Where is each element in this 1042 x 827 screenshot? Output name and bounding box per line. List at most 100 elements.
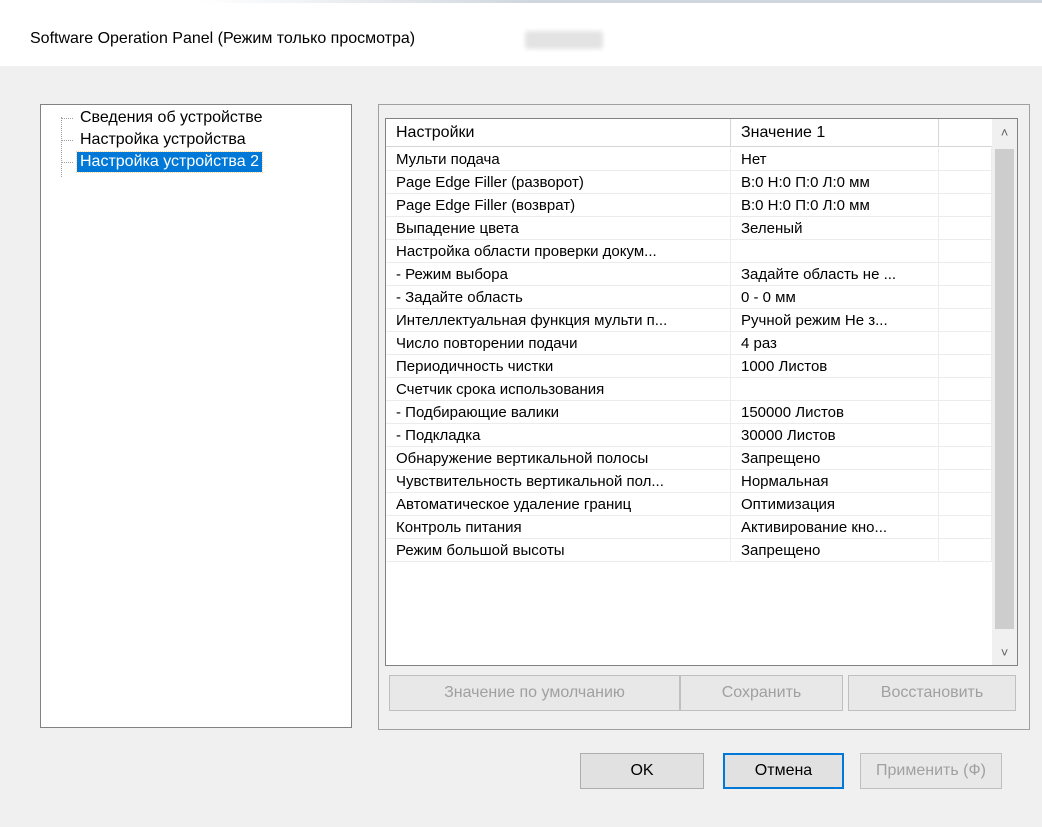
setting-name-cell: - Режим выбора	[386, 263, 731, 285]
table-row[interactable]: Контроль питания Активирование кно...	[386, 516, 992, 539]
apply-button[interactable]: Применить (Ф)	[860, 753, 1002, 789]
cancel-button[interactable]: Отмена	[723, 753, 844, 789]
empty-cell	[939, 240, 992, 262]
empty-cell	[939, 516, 992, 538]
column-header-value-1[interactable]: Значение 1	[731, 119, 939, 147]
setting-value-cell: Нет	[731, 148, 939, 170]
table-row[interactable]: - Подбирающие валики 150000 Листов	[386, 401, 992, 424]
table-row[interactable]: Page Edge Filler (возврат) В:0 Н:0 П:0 Л:…	[386, 194, 992, 217]
empty-cell	[939, 171, 992, 193]
table-row[interactable]: Выпадение цвета Зеленый	[386, 217, 992, 240]
empty-cell	[939, 539, 992, 561]
empty-cell	[939, 355, 992, 377]
setting-value-cell: Ручной режим Не з...	[731, 309, 939, 331]
setting-name-cell: Число повторении подачи	[386, 332, 731, 354]
table-row[interactable]: - Подкладка 30000 Листов	[386, 424, 992, 447]
setting-value-cell: Нормальная	[731, 470, 939, 492]
setting-name-cell: Счетчик срока использования	[386, 378, 731, 400]
list-rows: Мульти подача Нет Page Edge Filler (развор…	[386, 148, 992, 562]
restore-button[interactable]: Восстановить	[848, 675, 1016, 711]
list-header: Настройки Значение 1	[386, 119, 1001, 147]
empty-cell	[939, 263, 992, 285]
table-row[interactable]: Автоматическое удаление границ Оптимизаци…	[386, 493, 992, 516]
setting-name-cell: Обнаружение вертикальной полосы	[386, 447, 731, 469]
empty-cell	[939, 309, 992, 331]
dialog-client-area: Сведения об устройстве Настройка устройс…	[0, 66, 1042, 827]
tree-item-label: Сведения об устройстве	[80, 109, 263, 126]
title-bar: Software Operation Panel (Режим только п…	[0, 0, 1042, 66]
setting-value-cell: Активирование кно...	[731, 516, 939, 538]
setting-value-cell: В:0 Н:0 П:0 Л:0 мм	[731, 171, 939, 193]
scrollbar-thumb[interactable]	[995, 149, 1014, 629]
setting-name-cell: Настройка области проверки докум...	[386, 240, 731, 262]
table-row[interactable]: Периодичность чистки 1000 Листов	[386, 355, 992, 378]
empty-cell	[939, 286, 992, 308]
setting-value-cell: 0 - 0 мм	[731, 286, 939, 308]
setting-name-cell: - Подкладка	[386, 424, 731, 446]
tree-branch	[61, 139, 73, 141]
setting-value-cell: Зеленый	[731, 217, 939, 239]
setting-value-cell: 4 раз	[731, 332, 939, 354]
setting-name-cell: Контроль питания	[386, 516, 731, 538]
setting-value-cell: 1000 Листов	[731, 355, 939, 377]
column-header-settings[interactable]: Настройки	[386, 119, 731, 147]
table-row[interactable]: Режим большой высоты Запрещено	[386, 539, 992, 562]
empty-cell	[939, 424, 992, 446]
empty-cell	[939, 217, 992, 239]
setting-name-cell: Page Edge Filler (разворот)	[386, 171, 731, 193]
setting-name-cell: Интеллектуальная функция мульти п...	[386, 309, 731, 331]
setting-name-cell: Мульти подача	[386, 148, 731, 170]
setting-value-cell	[731, 378, 939, 400]
empty-cell	[939, 493, 992, 515]
tree-item-device-info[interactable]: Сведения об устройстве	[61, 107, 265, 129]
window-title: Software Operation Panel (Режим только п…	[30, 30, 416, 47]
table-row[interactable]: Число повторении подачи 4 раз	[386, 332, 992, 355]
empty-cell	[939, 447, 992, 469]
table-row[interactable]: Обнаружение вертикальной полосы Запрещено	[386, 447, 992, 470]
empty-cell	[939, 401, 992, 423]
setting-name-cell: Чувствительность вертикальной пол...	[386, 470, 731, 492]
settings-list[interactable]: Настройки Значение 1 Мульти подача Нет Pag…	[385, 118, 1018, 666]
table-row[interactable]: Page Edge Filler (разворот) В:0 Н:0 П:0 Л…	[386, 171, 992, 194]
chevron-down-icon[interactable]: ˅	[992, 639, 1017, 665]
tree-item-device-settings[interactable]: Настройка устройства	[61, 129, 249, 151]
setting-name-cell: - Подбирающие валики	[386, 401, 731, 423]
chevron-up-icon[interactable]: ˄	[992, 119, 1017, 145]
tree-branch	[61, 161, 73, 163]
tree-branch	[61, 117, 73, 119]
setting-value-cell: Запрещено	[731, 539, 939, 561]
tree-item-label: Настройка устройства	[80, 131, 246, 148]
default-value-button[interactable]: Значение по умолчанию	[389, 675, 680, 711]
setting-value-cell: Оптимизация	[731, 493, 939, 515]
title-bar-accent-line	[200, 0, 1042, 3]
settings-tree[interactable]: Сведения об устройстве Настройка устройс…	[40, 104, 352, 728]
table-row[interactable]: Настройка области проверки докум...	[386, 240, 992, 263]
setting-name-cell: Периодичность чистки	[386, 355, 731, 377]
ok-button[interactable]: OK	[580, 753, 704, 789]
empty-cell	[939, 194, 992, 216]
tree-item-device-settings-2[interactable]: Настройка устройства 2	[61, 151, 263, 173]
setting-value-cell: Задайте область не ...	[731, 263, 939, 285]
setting-value-cell: Запрещено	[731, 447, 939, 469]
redacted-serial	[525, 31, 603, 49]
setting-value-cell: 30000 Листов	[731, 424, 939, 446]
save-button[interactable]: Сохранить	[680, 675, 843, 711]
setting-name-cell: Режим большой высоты	[386, 539, 731, 561]
table-row[interactable]: Счетчик срока использования	[386, 378, 992, 401]
table-row[interactable]: Мульти подача Нет	[386, 148, 992, 171]
table-row[interactable]: - Режим выбора Задайте область не ...	[386, 263, 992, 286]
setting-value-cell	[731, 240, 939, 262]
list-vertical-scrollbar[interactable]: ˄ ˅	[992, 119, 1017, 665]
table-row[interactable]: - Задайте область 0 - 0 мм	[386, 286, 992, 309]
empty-cell	[939, 148, 992, 170]
tree-item-label: Настройка устройства 2	[76, 151, 263, 173]
table-row[interactable]: Интеллектуальная функция мульти п... Ручн…	[386, 309, 992, 332]
empty-cell	[939, 378, 992, 400]
empty-cell	[939, 470, 992, 492]
setting-name-cell: - Задайте область	[386, 286, 731, 308]
setting-value-cell: 150000 Листов	[731, 401, 939, 423]
table-row[interactable]: Чувствительность вертикальной пол... Норм…	[386, 470, 992, 493]
setting-name-cell: Page Edge Filler (возврат)	[386, 194, 731, 216]
setting-value-cell: В:0 Н:0 П:0 Л:0 мм	[731, 194, 939, 216]
empty-cell	[939, 332, 992, 354]
